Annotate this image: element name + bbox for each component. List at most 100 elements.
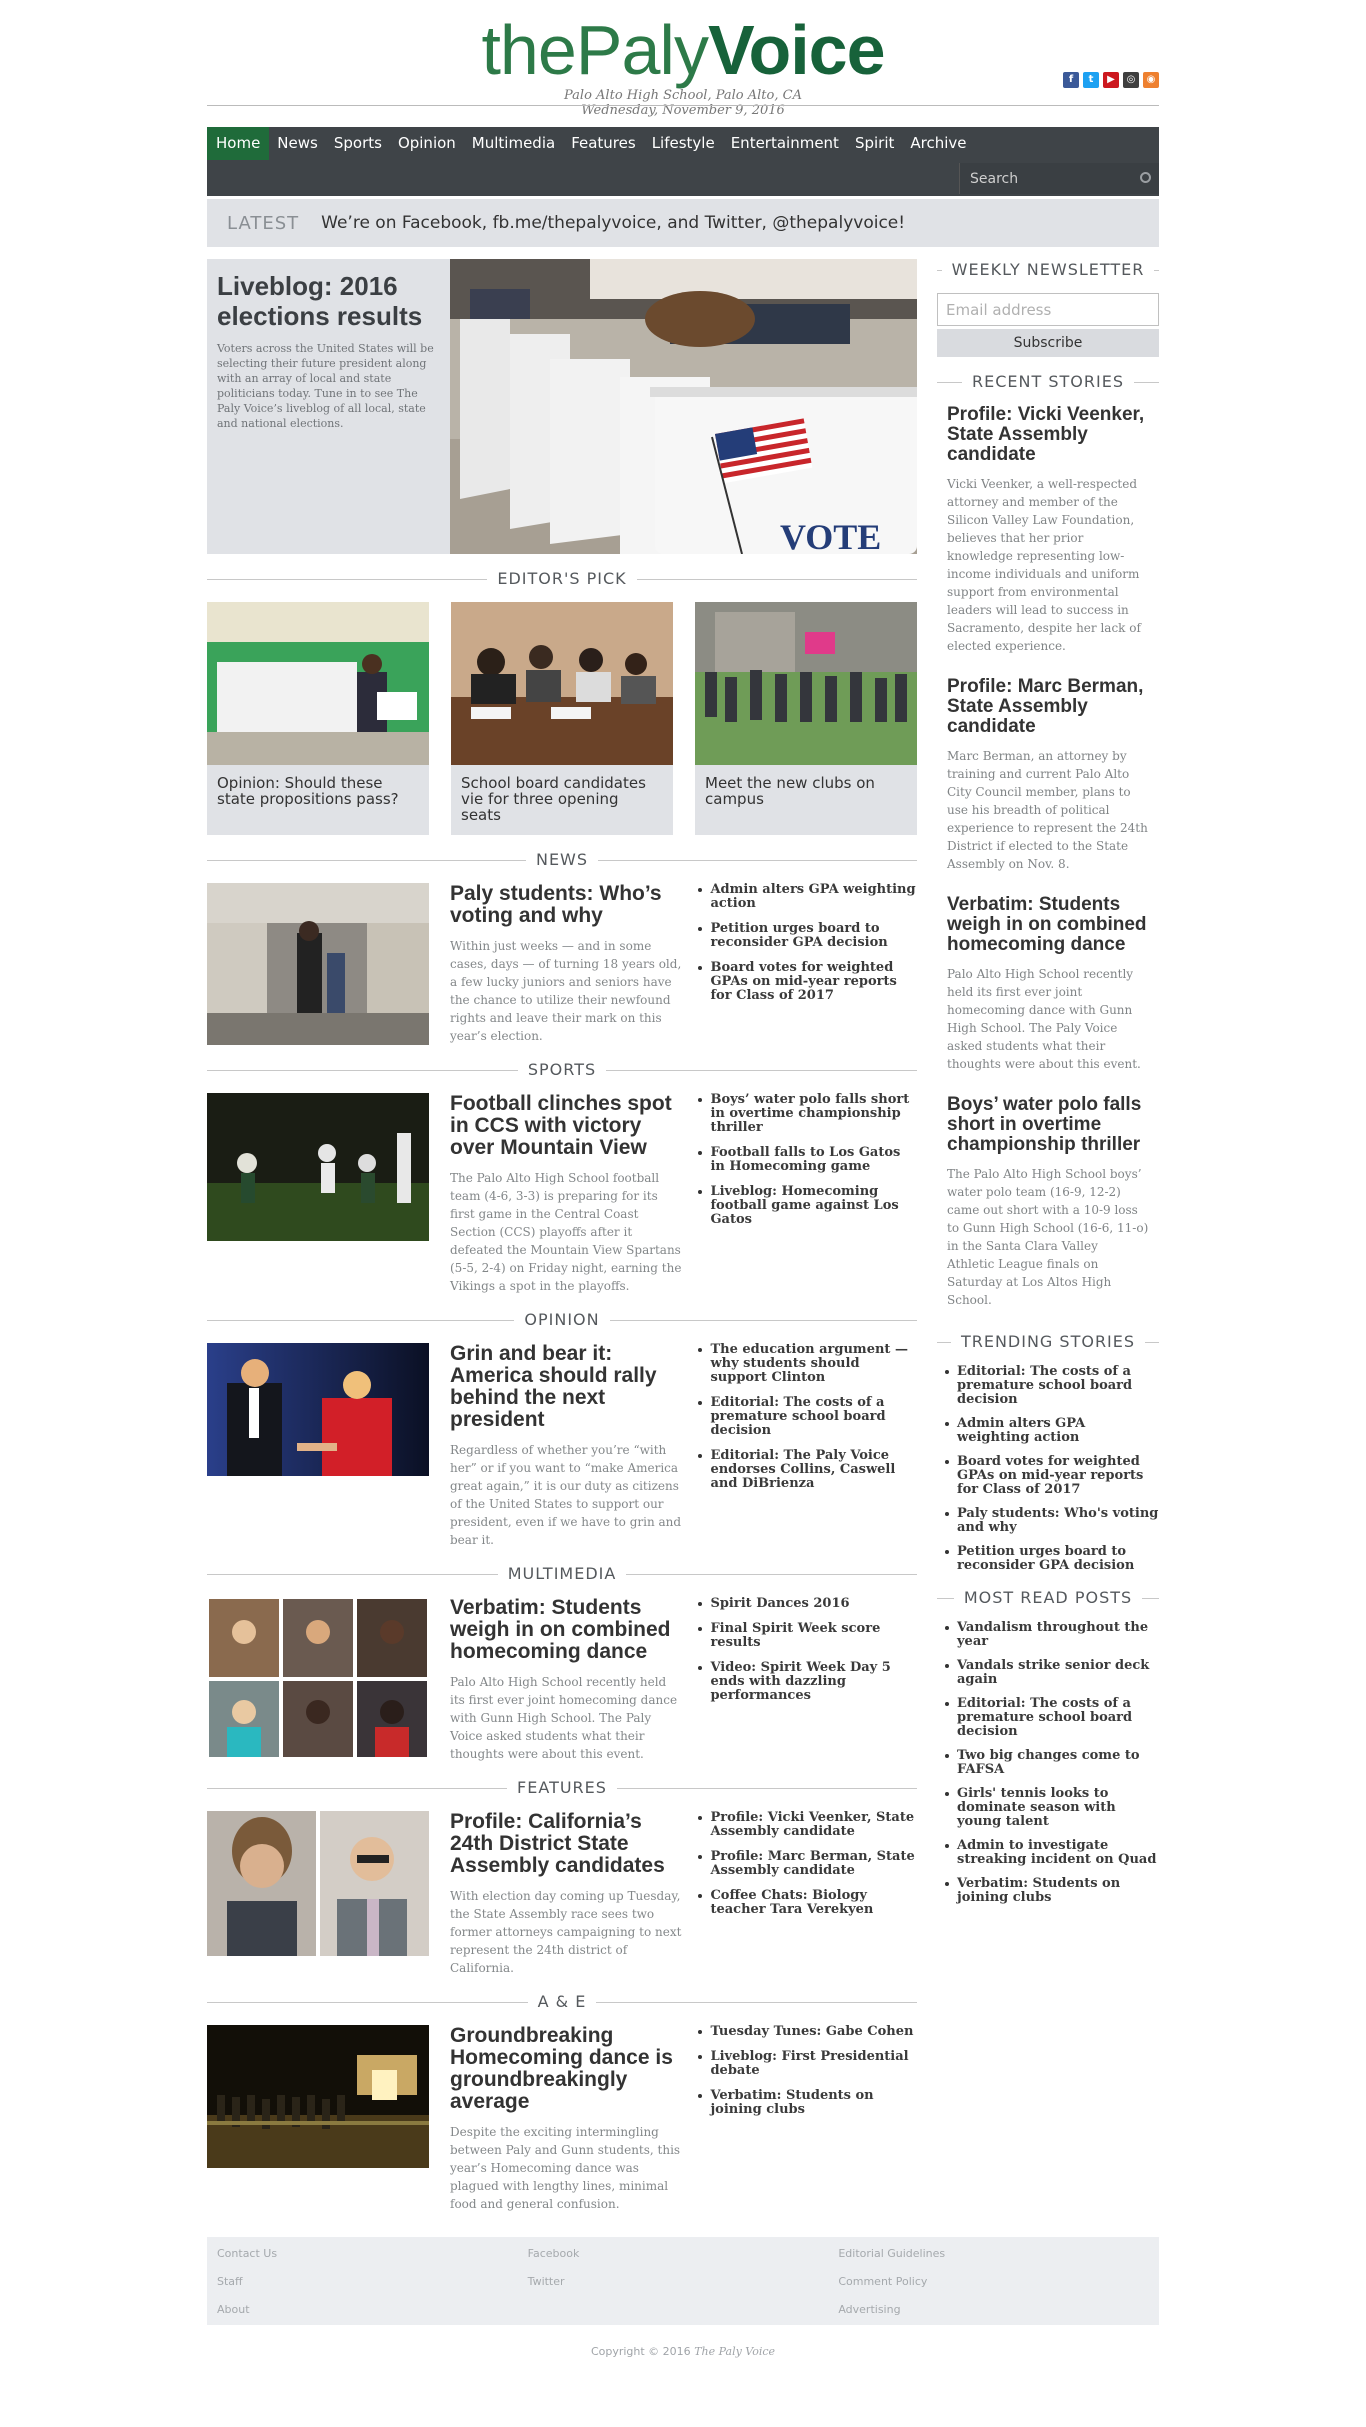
recent-story-title[interactable]: Profile: Vicki Veenker, State Assembly c… — [947, 405, 1149, 465]
recent-story-title[interactable]: Profile: Marc Berman, State Assembly can… — [947, 677, 1149, 737]
footer-link-editorial-guidelines[interactable]: Editorial Guidelines — [838, 2247, 1149, 2261]
section-link[interactable]: Liveblog: Homecoming football game again… — [698, 1185, 917, 1227]
footer-link-contact-us[interactable]: Contact Us — [217, 2247, 528, 2261]
section-link[interactable]: Spirit Dances 2016 — [698, 1597, 917, 1611]
trending-item[interactable]: Admin alters GPA weighting action — [945, 1417, 1159, 1445]
hero-title[interactable]: Liveblog: 2016 elections results — [217, 271, 440, 331]
section-link[interactable]: Tuesday Tunes: Gabe Cohen — [698, 2025, 917, 2039]
recent-story-title[interactable]: Boys’ water polo falls short in overtime… — [947, 1095, 1149, 1155]
nav-item-multimedia[interactable]: Multimedia — [464, 127, 563, 160]
recent-story: Boys’ water polo falls short in overtime… — [937, 1095, 1159, 1309]
editors-pick-title[interactable]: Opinion: Should these state propositions… — [207, 765, 429, 825]
section-image[interactable] — [207, 1343, 429, 1476]
main-nav: Home News Sports Opinion Multimedia Features L… — [207, 127, 1159, 196]
section-link[interactable]: Liveblog: First Presidential debate — [698, 2050, 917, 2078]
trending-item[interactable]: Petition urges board to reconsider GPA d… — [945, 1545, 1159, 1573]
search-input[interactable] — [960, 163, 1159, 194]
most-read-item[interactable]: Verbatim: Students on joining clubs — [945, 1877, 1159, 1905]
section-link[interactable]: Boys’ water polo falls short in overtime… — [698, 1093, 917, 1135]
most-read-item[interactable]: Two big changes come to FAFSA — [945, 1749, 1159, 1777]
nav-item-sports[interactable]: Sports — [326, 127, 390, 160]
footer-link-about[interactable]: About — [217, 2303, 528, 2317]
section-link[interactable]: Profile: Marc Berman, State Assembly can… — [698, 1850, 917, 1878]
nav-item-features[interactable]: Features — [563, 127, 644, 160]
hero-story[interactable]: Liveblog: 2016 elections results Voters … — [207, 259, 917, 554]
trending-item[interactable]: Board votes for weighted GPAs on mid-yea… — [945, 1455, 1159, 1497]
editors-pick-card[interactable]: Meet the new clubs on campus — [695, 602, 917, 835]
editors-pick-card[interactable]: School board candidates vie for three op… — [451, 602, 673, 835]
editors-pick-image[interactable] — [451, 602, 673, 765]
newsletter-heading: WEEKLY NEWSLETTER — [937, 259, 1159, 281]
hero-image[interactable]: VOTE — [450, 259, 917, 554]
most-read-item[interactable]: Admin to investigate streaking incident … — [945, 1839, 1159, 1867]
section-lead-title[interactable]: Grin and bear it: America should rally b… — [450, 1343, 683, 1431]
editors-pick-list: Opinion: Should these state propositions… — [207, 602, 917, 835]
section-lead-title[interactable]: Football clinches spot in CCS with victo… — [450, 1093, 683, 1159]
latest-text[interactable]: We’re on Facebook, fb.me/thepalyvoice, a… — [321, 213, 905, 233]
section-lead-title[interactable]: Profile: California’s 24th District Stat… — [450, 1811, 683, 1877]
section-link[interactable]: Board votes for weighted GPAs on mid-yea… — [698, 961, 917, 1003]
footer-link-staff[interactable]: Staff — [217, 2275, 528, 2289]
section-lead-title[interactable]: Paly students: Who’s voting and why — [450, 883, 683, 927]
rss-icon[interactable]: ◉ — [1143, 72, 1159, 88]
recent-stories-heading: RECENT STORIES — [937, 371, 1159, 393]
section-image[interactable] — [207, 1093, 429, 1241]
footer-column: Editorial Guidelines Comment Policy Advert… — [838, 2247, 1149, 2317]
section-link[interactable]: Coffee Chats: Biology teacher Tara Verek… — [698, 1889, 917, 1917]
nav-item-opinion[interactable]: Opinion — [390, 127, 464, 160]
footer-link-advertising[interactable]: Advertising — [838, 2303, 1149, 2317]
section-lead-title[interactable]: Verbatim: Students weigh in on combined … — [450, 1597, 683, 1663]
section-image[interactable] — [207, 2025, 429, 2168]
section-link[interactable]: Petition urges board to reconsider GPA d… — [698, 922, 917, 950]
section-lead-title[interactable]: Groundbreaking Homecoming dance is groun… — [450, 2025, 683, 2113]
section-link[interactable]: Admin alters GPA weighting action — [698, 883, 917, 911]
masthead-subhead: Palo Alto High School, Palo Alto, CA Wed… — [207, 88, 1159, 118]
section-link[interactable]: Verbatim: Students on joining clubs — [698, 2089, 917, 2117]
most-read-item[interactable]: Editorial: The costs of a premature scho… — [945, 1697, 1159, 1739]
section-image[interactable] — [207, 883, 429, 1045]
section-image[interactable] — [207, 1811, 429, 1956]
facebook-icon[interactable]: f — [1063, 72, 1079, 88]
nav-item-archive[interactable]: Archive — [902, 127, 974, 160]
twitter-icon[interactable]: t — [1083, 72, 1099, 88]
nav-item-entertainment[interactable]: Entertainment — [723, 127, 847, 160]
section-link[interactable]: Editorial: The Paly Voice endorses Colli… — [698, 1449, 917, 1491]
editors-pick-title[interactable]: School board candidates vie for three op… — [451, 765, 673, 835]
section-heading-news: NEWS — [207, 849, 917, 871]
footer-link-comment-policy[interactable]: Comment Policy — [838, 2275, 1149, 2289]
editors-pick-card[interactable]: Opinion: Should these state propositions… — [207, 602, 429, 835]
nav-item-lifestyle[interactable]: Lifestyle — [644, 127, 723, 160]
section-image[interactable] — [207, 1597, 429, 1759]
trending-item[interactable]: Editorial: The costs of a premature scho… — [945, 1365, 1159, 1407]
search-box — [959, 163, 1159, 194]
section-link[interactable]: Editorial: The costs of a premature scho… — [698, 1396, 917, 1438]
most-read-item[interactable]: Girls' tennis looks to dominate season w… — [945, 1787, 1159, 1829]
most-read-item[interactable]: Vandals strike senior deck again — [945, 1659, 1159, 1687]
most-read-item[interactable]: Vandalism throughout the year — [945, 1621, 1159, 1649]
most-read-list: Vandalism throughout the year Vandals str… — [937, 1621, 1159, 1905]
search-icon[interactable] — [1140, 172, 1151, 183]
recent-story-title[interactable]: Verbatim: Students weigh in on combined … — [947, 895, 1149, 955]
section-links: Spirit Dances 2016 Final Spirit Week scor… — [698, 1597, 917, 1763]
instagram-icon[interactable]: ◎ — [1123, 72, 1139, 88]
section-link[interactable]: Profile: Vicki Veenker, State Assembly c… — [698, 1811, 917, 1839]
site-logo[interactable]: thePalyVoice — [207, 10, 1159, 90]
footer-link-facebook[interactable]: Facebook — [528, 2247, 839, 2261]
section-link[interactable]: Video: Spirit Week Day 5 ends with dazzl… — [698, 1661, 917, 1703]
footer-column: Facebook Twitter — [528, 2247, 839, 2315]
nav-item-spirit[interactable]: Spirit — [847, 127, 902, 160]
section-link[interactable]: The education argument — why students sh… — [698, 1343, 917, 1385]
editors-pick-title[interactable]: Meet the new clubs on campus — [695, 765, 917, 825]
editors-pick-image[interactable] — [695, 602, 917, 765]
youtube-icon[interactable]: ▶ — [1103, 72, 1119, 88]
subscribe-button[interactable]: Subscribe — [937, 329, 1159, 357]
email-field[interactable] — [937, 293, 1159, 326]
trending-item[interactable]: Paly students: Who's voting and why — [945, 1507, 1159, 1535]
nav-item-news[interactable]: News — [269, 127, 326, 160]
section-link[interactable]: Final Spirit Week score results — [698, 1622, 917, 1650]
footer-link-twitter[interactable]: Twitter — [528, 2275, 839, 2289]
section-link[interactable]: Football falls to Los Gatos in Homecomin… — [698, 1146, 917, 1174]
editors-pick-image[interactable] — [207, 602, 429, 765]
main-column: Liveblog: 2016 elections results Voters … — [207, 259, 917, 2213]
nav-item-home[interactable]: Home — [207, 127, 270, 160]
